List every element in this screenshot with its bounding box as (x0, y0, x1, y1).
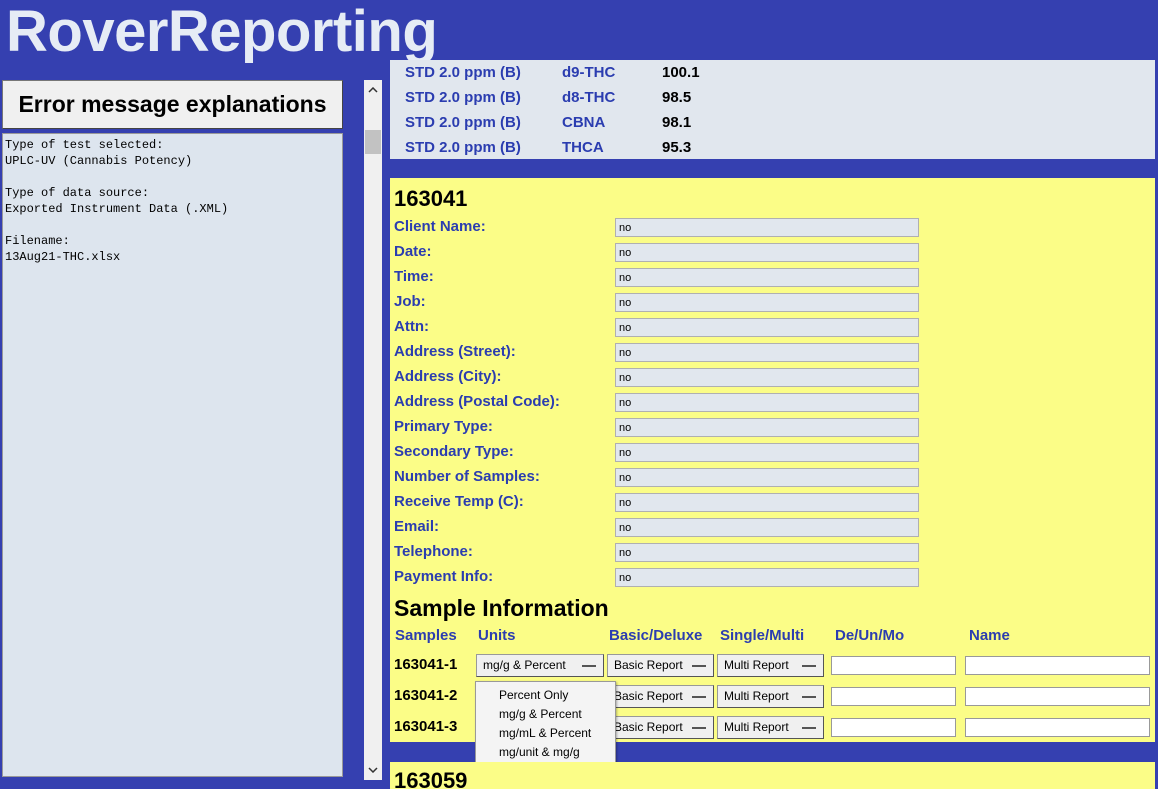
next-sample-panel: 163059 (390, 762, 1155, 789)
sample-name-input[interactable] (965, 687, 1150, 706)
field-label: Address (City): (394, 368, 502, 385)
sample-id: 163041-1 (394, 656, 458, 673)
field-label: Address (Postal Code): (394, 393, 560, 410)
standard-name: STD 2.0 ppm (B) (405, 114, 521, 131)
single-multi-selected: Multi Report (724, 658, 789, 672)
single-multi-dropdown[interactable]: Multi Report (717, 654, 824, 677)
standard-analyte: CBNA (562, 114, 606, 131)
error-explanations-button[interactable]: Error message explanations (2, 80, 343, 129)
column-header-units: Units (478, 627, 516, 644)
job-field[interactable] (615, 293, 919, 312)
vertical-scrollbar[interactable] (364, 80, 382, 780)
report-type-selected: Basic Report (614, 720, 683, 734)
attn-field[interactable] (615, 318, 919, 337)
panel-id: 163041 (394, 186, 468, 211)
scroll-thumb[interactable] (365, 130, 381, 154)
units-option-mg-ml-percent[interactable]: mg/mL & Percent (476, 724, 615, 743)
date-field[interactable] (615, 243, 919, 262)
standard-analyte: THCA (562, 139, 604, 156)
column-header-single-multi: Single/Multi (720, 627, 805, 644)
column-header-samples: Samples (395, 627, 457, 644)
email-field[interactable] (615, 518, 919, 537)
dropdown-bar-icon (692, 696, 706, 698)
field-label: Number of Samples: (394, 468, 540, 485)
single-multi-dropdown[interactable]: Multi Report (717, 685, 824, 708)
primary-type-field[interactable] (615, 418, 919, 437)
column-header-de-un-mo: De/Un/Mo (835, 627, 905, 644)
standard-value: 95.3 (662, 139, 692, 156)
telephone-field[interactable] (615, 543, 919, 562)
units-selected: mg/g & Percent (483, 658, 566, 672)
units-option-percent-only[interactable]: Percent Only (476, 686, 615, 705)
dropdown-bar-icon (802, 727, 816, 729)
report-type-dropdown[interactable]: Basic Report (607, 685, 714, 708)
standard-name: STD 2.0 ppm (B) (405, 64, 521, 81)
number-of-samples-field[interactable] (615, 468, 919, 487)
dropdown-bar-icon (582, 665, 596, 667)
field-label: Attn: (394, 318, 429, 335)
standard-name: STD 2.0 ppm (B) (405, 139, 521, 156)
standard-value: 100.1 (662, 64, 700, 81)
dropdown-bar-icon (692, 727, 706, 729)
dropdown-bar-icon (692, 665, 706, 667)
report-type-dropdown[interactable]: Basic Report (607, 716, 714, 739)
standard-value: 98.5 (662, 89, 692, 106)
sample-name-input[interactable] (965, 656, 1150, 675)
sample-info-title: Sample Information (394, 595, 609, 621)
field-label: Client Name: (394, 218, 486, 235)
address-postal-field[interactable] (615, 393, 919, 412)
panel-id: 163059 (394, 768, 468, 789)
single-multi-selected: Multi Report (724, 689, 789, 703)
payment-info-field[interactable] (615, 568, 919, 587)
address-city-field[interactable] (615, 368, 919, 387)
single-multi-selected: Multi Report (724, 720, 789, 734)
standard-value: 98.1 (662, 114, 692, 131)
sample-id: 163041-3 (394, 718, 458, 735)
standards-panel: STD 2.0 ppm (B) d9-THC 100.1 STD 2.0 ppm… (390, 60, 1155, 159)
chevron-up-icon[interactable] (364, 82, 382, 98)
dropdown-bar-icon (802, 696, 816, 698)
units-option-mg-g-percent[interactable]: mg/g & Percent (476, 705, 615, 724)
units-dropdown-menu: Percent Only mg/g & Percent mg/mL & Perc… (475, 681, 616, 763)
sample-panel: 163041 Client Name: Date: Time: Job: Att… (390, 178, 1155, 742)
field-label: Date: (394, 243, 432, 260)
standard-analyte: d8-THC (562, 89, 616, 106)
field-label: Address (Street): (394, 343, 516, 360)
report-type-dropdown[interactable]: Basic Report (607, 654, 714, 677)
units-option-mg-unit-mg-g[interactable]: mg/unit & mg/g (476, 743, 615, 762)
secondary-type-field[interactable] (615, 443, 919, 462)
dropdown-bar-icon (802, 665, 816, 667)
standard-name: STD 2.0 ppm (B) (405, 89, 521, 106)
single-multi-dropdown[interactable]: Multi Report (717, 716, 824, 739)
column-header-name: Name (969, 627, 1010, 644)
app-title: RoverReporting (6, 0, 438, 64)
standard-analyte: d9-THC (562, 64, 616, 81)
report-type-selected: Basic Report (614, 689, 683, 703)
sample-id: 163041-2 (394, 687, 458, 704)
de-un-mo-input[interactable] (831, 718, 956, 737)
field-label: Secondary Type: (394, 443, 514, 460)
report-type-selected: Basic Report (614, 658, 683, 672)
sample-name-input[interactable] (965, 718, 1150, 737)
field-label: Job: (394, 293, 426, 310)
address-street-field[interactable] (615, 343, 919, 362)
column-header-basic-deluxe: Basic/Deluxe (609, 627, 703, 644)
field-label: Time: (394, 268, 434, 285)
client-name-field[interactable] (615, 218, 919, 237)
de-un-mo-input[interactable] (831, 656, 956, 675)
field-label: Payment Info: (394, 568, 494, 585)
field-label: Telephone: (394, 543, 473, 560)
time-field[interactable] (615, 268, 919, 287)
field-label: Primary Type: (394, 418, 493, 435)
receive-temp-field[interactable] (615, 493, 919, 512)
field-label: Email: (394, 518, 440, 535)
info-text-area[interactable]: Type of test selected: UPLC-UV (Cannabis… (2, 133, 343, 777)
de-un-mo-input[interactable] (831, 687, 956, 706)
chevron-down-icon[interactable] (364, 762, 382, 778)
field-label: Receive Temp (C): (394, 493, 524, 510)
units-dropdown[interactable]: mg/g & Percent (476, 654, 604, 677)
